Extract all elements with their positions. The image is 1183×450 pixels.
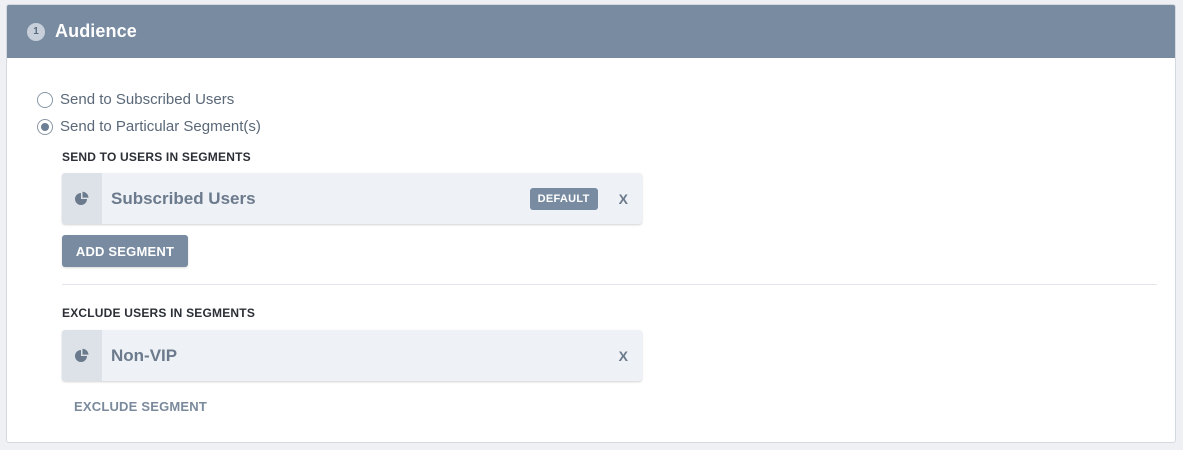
add-segment-button[interactable]: ADD SEGMENT — [62, 235, 188, 267]
default-badge: DEFAULT — [529, 187, 598, 210]
segment-name: Subscribed Users — [111, 188, 256, 208]
send-to-segments-label: SEND TO USERS IN SEGMENTS — [62, 150, 251, 164]
radio-label: Send to Subscribed Users — [60, 91, 235, 108]
remove-segment-button[interactable]: X — [619, 348, 628, 364]
segment-name: Non-VIP — [111, 345, 178, 365]
segment-icon-box — [62, 330, 102, 381]
segment-row-subscribed-users: Subscribed Users DEFAULT X — [62, 173, 642, 224]
remove-segment-button[interactable]: X — [619, 191, 628, 207]
exclude-segments-label: EXCLUDE USERS IN SEGMENTS — [62, 306, 256, 320]
segment-row-non-vip: Non-VIP X — [62, 330, 642, 381]
pie-chart-icon — [75, 348, 89, 362]
radio-button-selected[interactable] — [37, 118, 53, 135]
panel-header: 1 Audience — [7, 5, 1175, 58]
radio-label: Send to Particular Segment(s) — [60, 118, 261, 135]
audience-panel: 1 Audience Send to Subscribed Users Send… — [6, 4, 1176, 443]
section-divider — [62, 284, 1157, 285]
segment-icon-box — [62, 173, 102, 224]
radio-button-unselected[interactable] — [37, 91, 53, 108]
pie-chart-icon — [75, 191, 89, 205]
step-number-badge: 1 — [27, 22, 45, 41]
radio-selected-dot — [41, 122, 49, 131]
radio-option-subscribed-users[interactable]: Send to Subscribed Users — [37, 91, 234, 108]
exclude-segment-link[interactable]: EXCLUDE SEGMENT — [74, 399, 207, 414]
radio-option-particular-segments[interactable]: Send to Particular Segment(s) — [37, 118, 261, 135]
panel-title: Audience — [55, 21, 137, 41]
